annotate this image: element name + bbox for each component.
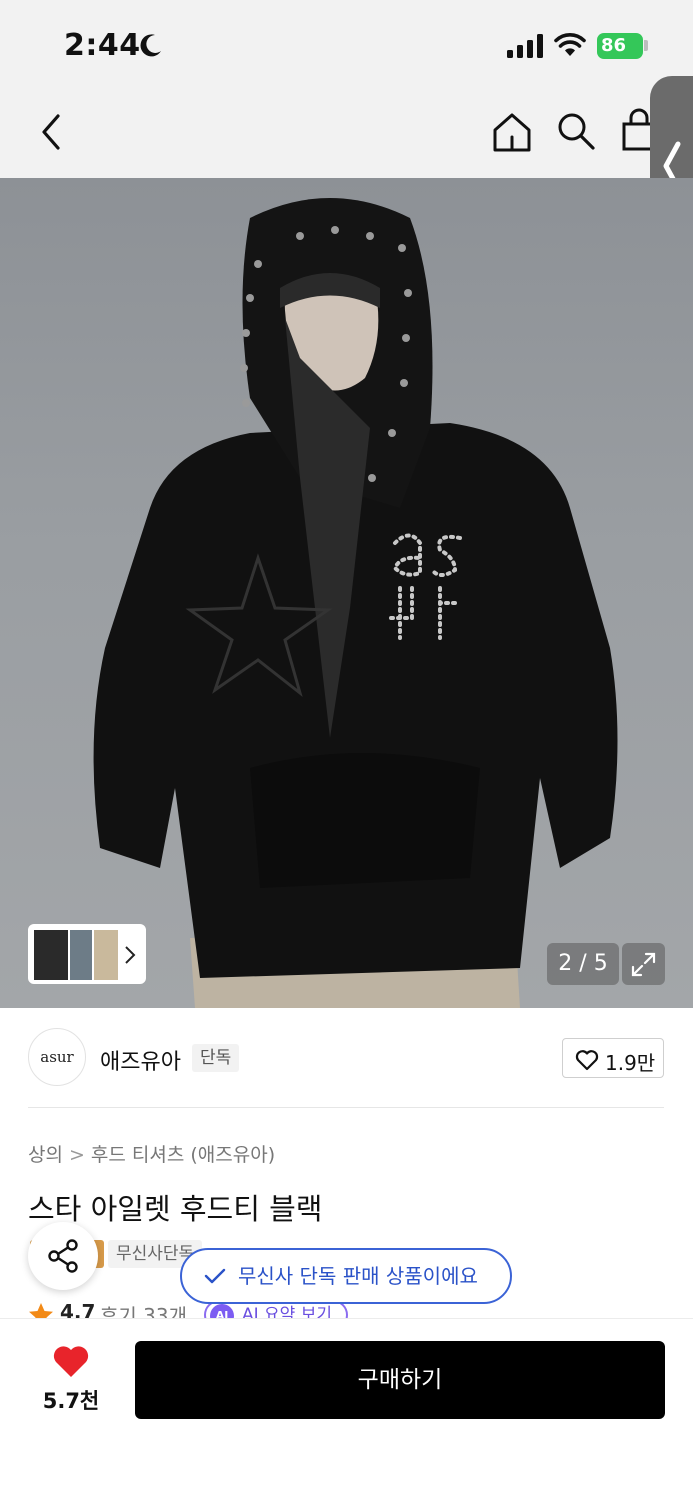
toast-message: 무신사 단독 판매 상품이에요 (238, 1264, 478, 1288)
brand-name[interactable]: 애즈유아 (100, 1044, 181, 1076)
breadcrumb-category[interactable]: 상의 (28, 1144, 63, 1166)
brand-logo[interactable]: asur (28, 1028, 86, 1086)
back-icon[interactable] (34, 112, 68, 152)
exclusive-badge: 단독 (192, 1044, 240, 1072)
thumbnail-3[interactable] (94, 930, 118, 980)
brand-row: asur 애즈유아 단독 1.9만 (0, 1008, 693, 1108)
brand-like-count: 1.9만 (605, 1051, 656, 1075)
image-pager: 2 / 5 (547, 943, 619, 985)
hoodie-photo (93, 198, 618, 1008)
product-title: 스타 아일렛 후드티 블랙 (28, 1192, 323, 1226)
exclusive-toast: 무신사 단독 판매 상품이에요 (180, 1248, 512, 1304)
rating-score: 4.7 (60, 1300, 96, 1320)
wish-count: 5.7천 (42, 1389, 100, 1413)
chevron-right-icon (125, 946, 136, 964)
share-icon (48, 1239, 78, 1273)
moon-icon (140, 34, 161, 57)
battery-cap (644, 40, 648, 51)
brand-like-button[interactable]: 1.9만 (562, 1038, 664, 1078)
check-icon (204, 1268, 226, 1284)
breadcrumb-separator: > (68, 1144, 85, 1166)
status-bar: 2:44 86 (0, 0, 693, 92)
divider (28, 1107, 664, 1108)
wifi-icon (554, 33, 586, 56)
thumbnail-1[interactable] (34, 930, 68, 980)
bottom-purchase-bar: 5.7천 구매하기 (0, 1318, 693, 1500)
product-image[interactable]: 2 / 5 (0, 178, 693, 1008)
status-time: 2:44 (64, 28, 141, 63)
heart-filled-icon[interactable] (52, 1345, 90, 1379)
expand-button[interactable] (622, 943, 665, 985)
share-button[interactable] (28, 1222, 98, 1290)
thumbnail-strip[interactable] (28, 924, 146, 984)
review-count[interactable]: 후기 33개 (100, 1300, 187, 1320)
search-icon[interactable] (555, 110, 597, 152)
heart-outline-icon (575, 1050, 599, 1071)
breadcrumb: 상의 > 후드 티셔츠 (애즈유아) (28, 1140, 275, 1167)
breadcrumb-subcategory[interactable]: 후드 티셔츠 (애즈유아) (91, 1144, 275, 1166)
thumbnail-2[interactable] (70, 930, 92, 980)
battery-indicator: 86 (597, 33, 643, 59)
top-nav (0, 92, 693, 178)
signal-icon (507, 34, 543, 58)
buy-button[interactable]: 구매하기 (135, 1341, 665, 1419)
expand-icon (631, 952, 656, 977)
home-icon[interactable] (490, 110, 534, 154)
battery-level: 86 (601, 35, 627, 56)
